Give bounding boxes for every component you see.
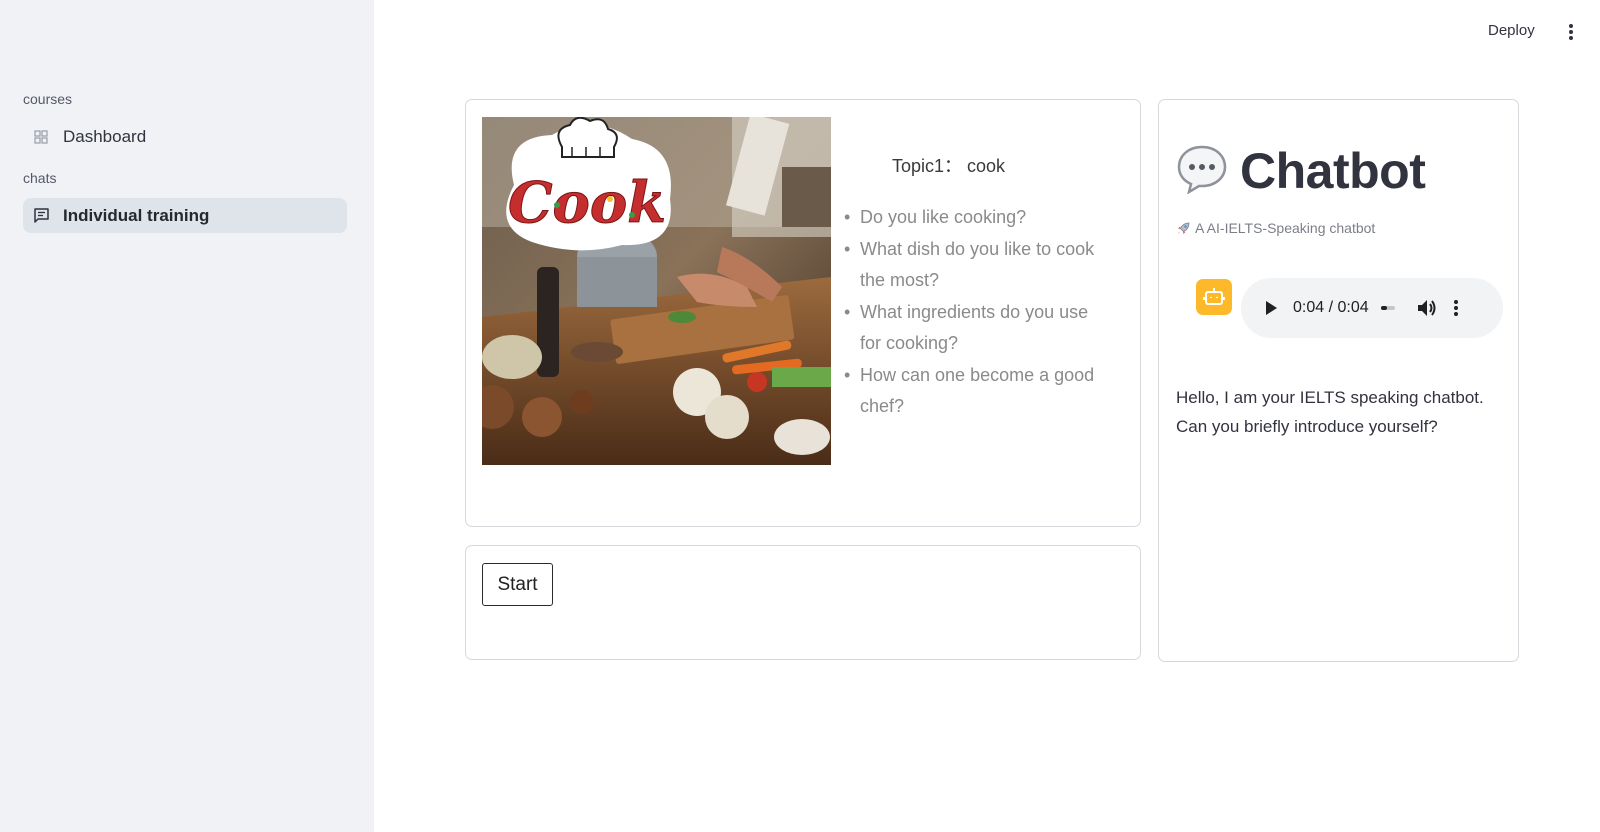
chat-message: Hello, I am your IELTS speaking chatbot.… [1176, 388, 1484, 436]
chat-title: Chatbot [1240, 143, 1426, 199]
audio-player: 0:04 / 0:04 [1241, 278, 1503, 338]
deploy-button[interactable]: Deploy [1488, 22, 1535, 39]
chat-header: Chatbot [1176, 142, 1426, 200]
chat-caption-text: A AI-IELTS-Speaking chatbot [1195, 220, 1376, 236]
sidebar-item-label: Individual training [63, 205, 210, 225]
topic-card: Cook Topic1： cook Do you like cooking? W… [465, 99, 1141, 527]
nav-section-chats: chats [23, 170, 57, 186]
volume-icon[interactable] [1415, 297, 1437, 319]
audio-time: 0:04 / 0:04 [1293, 299, 1369, 316]
more-options-icon[interactable] [1451, 297, 1461, 319]
nav-section-courses: courses [23, 91, 73, 107]
start-button[interactable]: Start [482, 563, 553, 606]
chat-caption: A AI-IELTS-Speaking chatbot [1176, 220, 1375, 236]
start-card: Start [465, 545, 1141, 660]
bot-avatar [1196, 279, 1232, 315]
speech-bubble-icon [1176, 144, 1228, 199]
robot-icon [1203, 288, 1225, 305]
list-item: What ingredients do you use for cooking? [844, 297, 1114, 360]
rocket-icon [1176, 221, 1191, 236]
topic-questions: Do you like cooking? What dish do you li… [844, 202, 1114, 423]
sidebar-item-individual-training[interactable]: Individual training [23, 198, 347, 233]
topic-title: Topic1： cook [892, 156, 1006, 176]
list-item: What dish do you like to cook the most? [844, 234, 1114, 297]
list-item: Do you like cooking? [844, 202, 1114, 234]
cooking-image: Cook [482, 117, 831, 465]
chat-panel: Chatbot A AI-IELTS-Speaking chatbot 0:04… [1158, 99, 1519, 662]
sidebar-item-label: Dashboard [63, 126, 147, 146]
sidebar-item-dashboard[interactable]: Dashboard [23, 119, 347, 154]
kebab-menu-icon[interactable] [1566, 22, 1576, 42]
list-item: How can one become a good chef? [844, 360, 1114, 423]
chat-icon [33, 208, 49, 224]
audio-seek-bar[interactable] [1380, 306, 1395, 310]
grid-icon [33, 129, 49, 145]
play-icon[interactable] [1261, 298, 1281, 318]
cook-logo-text: Cook [508, 170, 666, 236]
sidebar: courses Dashboard chats Individual train… [0, 0, 374, 832]
